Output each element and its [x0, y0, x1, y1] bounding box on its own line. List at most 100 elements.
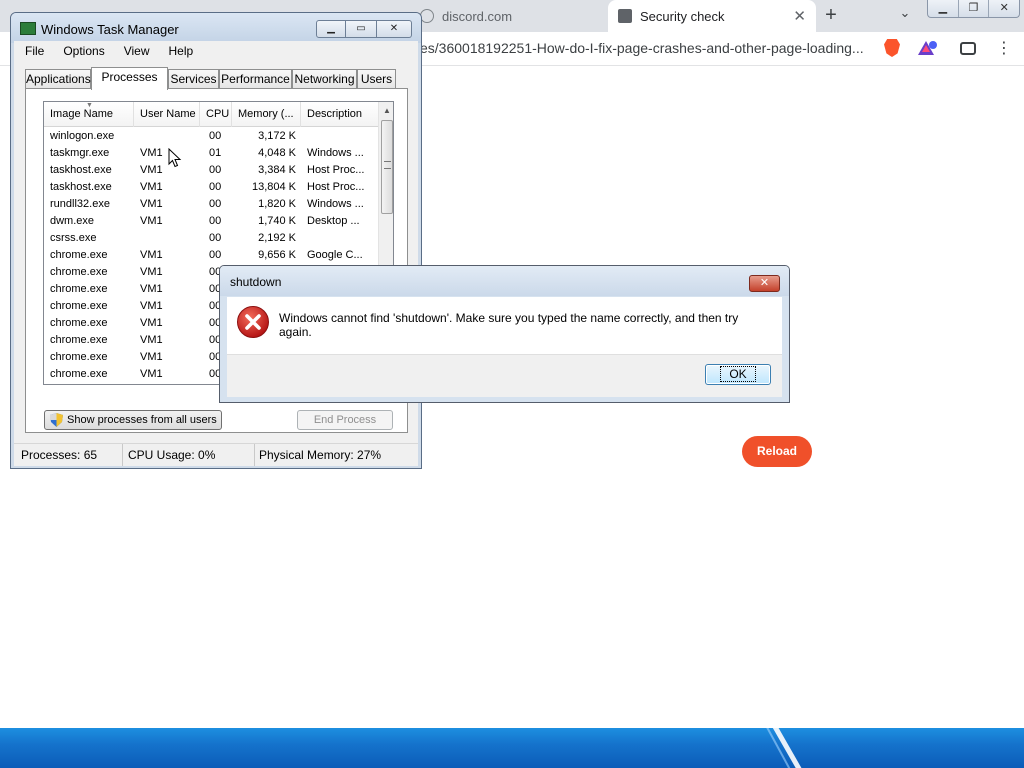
process-memory: 1,740 K [258, 215, 296, 227]
close-button[interactable]: ✕ [377, 20, 412, 38]
process-name: chrome.exe [50, 249, 108, 261]
page-icon [618, 9, 632, 23]
new-tab-button[interactable]: + [820, 4, 842, 26]
menu-view[interactable]: View [113, 44, 158, 58]
process-cpu: 00 [209, 198, 222, 210]
minimize-icon[interactable]: ▁ [928, 0, 958, 17]
process-description [307, 230, 377, 247]
column-header-description[interactable]: Description [301, 102, 378, 127]
menu-file[interactable]: File [14, 44, 52, 58]
brave-shields-icon[interactable] [884, 39, 900, 57]
end-process-button[interactable]: End Process [297, 410, 393, 430]
process-name: rundll32.exe [50, 198, 110, 210]
table-row[interactable]: taskhost.exe VM1 00 3,384 K Host Proc... [44, 162, 378, 179]
dialog-titlebar[interactable]: shutdown ✕ [220, 266, 789, 296]
column-header-user-name[interactable]: User Name [134, 102, 200, 127]
process-name: chrome.exe [50, 351, 108, 363]
process-user: VM1 [140, 368, 163, 380]
status-physical-memory: Physical Memory: 27% [259, 448, 382, 462]
browser-window-controls: ▁ ❐ ✕ [927, 0, 1020, 18]
show-all-processes-label: Show processes from all users [67, 414, 217, 426]
process-name: chrome.exe [50, 317, 108, 329]
table-row[interactable]: taskmgr.exe VM1 01 4,048 K Windows ... [44, 145, 378, 162]
scroll-up-icon[interactable]: ▲ [379, 104, 393, 118]
process-cpu: 00 [209, 181, 222, 193]
tab-performance[interactable]: Performance [219, 69, 292, 89]
mouse-pointer-icon [168, 148, 182, 168]
process-name: chrome.exe [50, 266, 108, 278]
column-header-memory[interactable]: Memory (... [232, 102, 301, 127]
table-row[interactable]: taskhost.exe VM1 00 13,804 K Host Proc... [44, 179, 378, 196]
column-header-cpu[interactable]: CPU [200, 102, 232, 127]
ok-button[interactable]: OK [705, 364, 771, 385]
process-description: Desktop ... [307, 215, 360, 227]
reload-button[interactable]: Reload [742, 436, 812, 467]
taskbar [0, 728, 1024, 768]
browser-tab-security-check[interactable]: Security check ✕ [608, 0, 816, 32]
scrollbar-grip-icon [384, 161, 391, 169]
table-row[interactable]: csrss.exe 00 2,192 K [44, 230, 378, 247]
process-name: taskhost.exe [50, 181, 112, 193]
browser-tab-discord[interactable]: discord.com [412, 0, 608, 32]
brave-rewards-icon[interactable] [918, 40, 938, 56]
task-manager-titlebar[interactable]: Windows Task Manager ▁ ▭ ✕ [11, 13, 421, 43]
process-user: VM1 [140, 198, 163, 210]
browser-tab-title: discord.com [442, 8, 513, 24]
dialog-title: shutdown [230, 275, 282, 289]
process-description: Host Proc... [307, 164, 365, 176]
table-row[interactable]: dwm.exe VM1 00 1,740 K Desktop ... [44, 213, 378, 230]
process-description: Google C... [307, 249, 363, 261]
process-name: csrss.exe [50, 232, 97, 244]
table-row[interactable]: rundll32.exe VM1 00 1,820 K Windows ... [44, 196, 378, 213]
menu-options[interactable]: Options [52, 44, 112, 58]
wallpaper-glare [766, 728, 802, 768]
show-all-processes-button[interactable]: Show processes from all users [44, 410, 222, 430]
process-name: chrome.exe [50, 334, 108, 346]
process-name: dwm.exe [50, 215, 95, 227]
menu-icon[interactable]: ⋮ [996, 40, 1012, 58]
dialog-content: Windows cannot find 'shutdown'. Make sur… [227, 297, 782, 354]
uac-shield-icon [50, 413, 63, 427]
status-bar: Processes: 65 CPU Usage: 0% Physical Mem… [14, 443, 418, 466]
column-header-image-name[interactable]: Image Name [44, 102, 134, 127]
tab-services[interactable]: Services [168, 69, 219, 89]
tab-networking[interactable]: Networking [292, 69, 357, 89]
task-manager-icon [20, 22, 36, 35]
ok-button-label: OK [720, 366, 756, 382]
close-icon[interactable]: ✕ [988, 0, 1019, 17]
process-name: winlogon.exe [50, 130, 115, 142]
dialog-close-button[interactable]: ✕ [749, 275, 780, 292]
process-description: Windows ... [307, 198, 364, 210]
process-user: VM1 [140, 300, 163, 312]
scrollbar-thumb[interactable] [381, 120, 393, 214]
process-description: Host Proc... [307, 181, 365, 193]
process-cpu: 00 [209, 215, 222, 227]
process-cpu: 00 [209, 130, 222, 142]
maximize-button[interactable]: ▭ [346, 20, 377, 38]
process-memory: 4,048 K [258, 147, 296, 159]
tab-applications[interactable]: Applications [25, 69, 91, 89]
menu-help[interactable]: Help [158, 44, 202, 58]
process-memory: 3,384 K [258, 164, 296, 176]
address-bar[interactable]: es/360018192251-How-do-I-fix-page-crashe… [420, 40, 870, 56]
process-description [307, 128, 377, 145]
wallet-icon[interactable] [960, 42, 976, 55]
status-cpu-usage: CPU Usage: 0% [124, 444, 255, 466]
restore-icon[interactable]: ❐ [957, 0, 989, 17]
tab-processes[interactable]: Processes [91, 67, 168, 90]
process-description: Windows ... [307, 147, 364, 159]
process-user: VM1 [140, 283, 163, 295]
close-tab-icon[interactable]: ✕ [793, 7, 806, 25]
minimize-button[interactable]: ▁ [316, 20, 346, 38]
tab-users[interactable]: Users [357, 69, 396, 89]
process-user: VM1 [140, 317, 163, 329]
process-cpu: 00 [209, 249, 222, 261]
table-row[interactable]: chrome.exe VM1 00 9,656 K Google C... [44, 247, 378, 264]
error-icon [237, 306, 269, 338]
process-cpu: 00 [209, 164, 222, 176]
process-cpu: 00 [209, 232, 222, 244]
process-cpu: 01 [209, 147, 222, 159]
chevron-down-icon[interactable]: ⌄ [896, 5, 914, 25]
globe-icon [420, 9, 434, 23]
table-row[interactable]: winlogon.exe 00 3,172 K [44, 128, 378, 145]
